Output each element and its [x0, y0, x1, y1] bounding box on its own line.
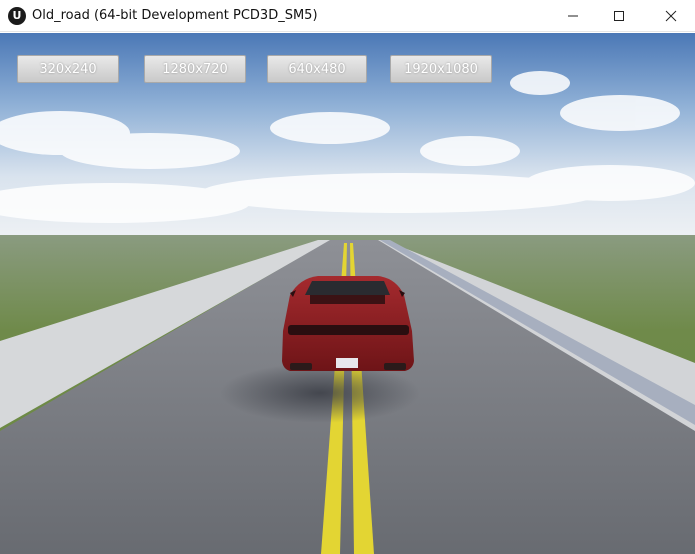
unreal-engine-icon: U — [8, 7, 26, 25]
minimize-button[interactable] — [550, 0, 596, 32]
title-bar[interactable]: U Old_road (64-bit Development PCD3D_SM5… — [0, 0, 695, 32]
maximize-icon — [614, 11, 624, 21]
minimize-icon — [568, 15, 578, 17]
road-scene — [0, 33, 695, 554]
game-viewport[interactable]: 320x240 1280x720 640x480 1920x1080 — [0, 33, 695, 554]
close-button[interactable] — [648, 0, 694, 32]
car-shadow — [220, 363, 420, 423]
resolution-button-1920x1080[interactable]: 1920x1080 — [390, 55, 492, 83]
resolution-button-1280x720[interactable]: 1280x720 — [144, 55, 246, 83]
resolution-button-320x240[interactable]: 320x240 — [17, 55, 119, 83]
maximize-button[interactable] — [596, 0, 642, 32]
window-title: Old_road (64-bit Development PCD3D_SM5) — [32, 8, 318, 23]
red-sports-car — [282, 276, 414, 371]
close-icon — [665, 10, 677, 22]
resolution-button-640x480[interactable]: 640x480 — [267, 55, 367, 83]
